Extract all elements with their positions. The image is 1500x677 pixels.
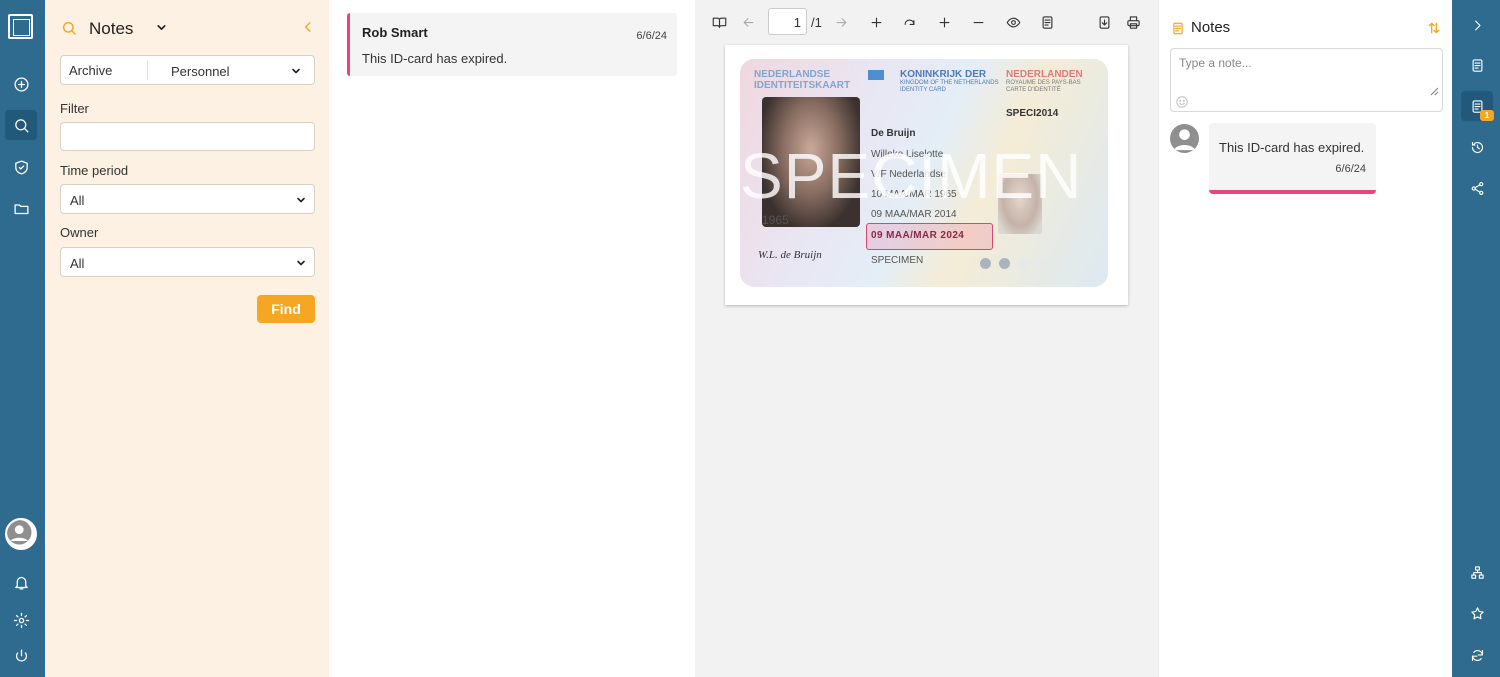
document-icon[interactable]: [1461, 50, 1493, 80]
card-specimen-field: SPECIMEN: [871, 255, 924, 266]
plus-circle-icon[interactable]: [5, 69, 37, 99]
logo-icon[interactable]: [8, 14, 33, 39]
next-page-icon[interactable]: [831, 12, 851, 32]
card-header-left: NEDERLANDSE IDENTITEITSKAART: [754, 69, 850, 91]
card-text: KINGDOM OF THE NETHERLANDS: [900, 80, 999, 86]
previous-page-icon[interactable]: [738, 12, 758, 32]
share-icon[interactable]: [1461, 173, 1493, 203]
note-input[interactable]: Type a note...: [1170, 48, 1443, 112]
search-icon: [61, 20, 77, 39]
viewer-toolbar: 1 /1: [695, 6, 1158, 36]
divider: [147, 60, 148, 80]
filter-input[interactable]: [60, 122, 315, 151]
eye-icon[interactable]: [1003, 12, 1023, 32]
star-icon[interactable]: [1461, 598, 1493, 628]
owner-label: Owner: [60, 225, 99, 240]
card-header-right-2: NEDERLANDEN ROYAUME DES PAYS-BAS CARTE D…: [1006, 69, 1083, 94]
result-date: 6/6/24: [636, 30, 667, 42]
history-icon[interactable]: [1461, 132, 1493, 162]
chevron-down-icon: [295, 257, 307, 272]
chevron-down-icon[interactable]: [155, 21, 168, 37]
card-text: KONINKRIJK DER: [900, 69, 987, 80]
search-panel-header: Notes: [59, 17, 315, 41]
book-icon[interactable]: [709, 12, 729, 32]
card-header-right: KONINKRIJK DER KINGDOM OF THE NETHERLAND…: [900, 69, 999, 94]
shield-icon[interactable]: [5, 152, 37, 182]
right-navigation-rail: 1: [1452, 0, 1500, 677]
card-watermark: SPECIMEN: [740, 140, 1083, 212]
owner-value: All: [70, 256, 85, 271]
notes-header: Notes: [1171, 19, 1441, 39]
card-signature: W.L. de Bruijn: [758, 249, 822, 261]
zoom-out-icon[interactable]: [968, 12, 988, 32]
download-icon[interactable]: [1094, 12, 1114, 32]
time-period-label: Time period: [60, 163, 129, 178]
power-icon[interactable]: [5, 641, 37, 671]
notes-title: Notes: [1191, 19, 1231, 36]
result-item[interactable]: Rob Smart 6/6/24 This ID-card has expire…: [347, 13, 677, 76]
note-text: This ID-card has expired.: [1219, 140, 1365, 155]
time-period-select[interactable]: All: [60, 184, 315, 214]
left-navigation-rail: [0, 0, 45, 677]
notes-badge: 1: [1480, 110, 1494, 121]
emoji-icon[interactable]: [1175, 95, 1189, 112]
rotate-icon[interactable]: [899, 12, 919, 32]
card-text: NEDERLANDSE: [754, 69, 831, 80]
resize-handle-icon[interactable]: [1429, 84, 1439, 99]
user-avatar-icon[interactable]: [5, 518, 37, 550]
card-text: IDENTITY CARD: [900, 87, 946, 93]
gear-icon[interactable]: [5, 605, 37, 635]
page-total: /1: [811, 15, 822, 30]
note-author-avatar: [1170, 124, 1199, 153]
chevron-down-icon: [295, 194, 307, 209]
flag-icon: [868, 70, 884, 80]
result-text: This ID-card has expired.: [362, 51, 508, 66]
notes-icon[interactable]: 1: [1461, 91, 1494, 121]
add-icon[interactable]: [866, 12, 886, 32]
chevron-right-icon[interactable]: [1461, 10, 1493, 40]
card-security-dots: [980, 257, 1090, 271]
print-icon[interactable]: [1123, 12, 1143, 32]
hierarchy-icon[interactable]: [1461, 557, 1493, 587]
annotation-icon[interactable]: [1037, 12, 1057, 32]
chevron-down-icon: [290, 65, 302, 80]
card-small-number: 1965: [762, 213, 789, 227]
document-page[interactable]: NEDERLANDSE IDENTITEITSKAART KONINKRIJK …: [725, 45, 1128, 305]
sort-icon[interactable]: [1427, 20, 1441, 39]
page-number-input[interactable]: 1: [768, 8, 807, 35]
collapse-panel-icon[interactable]: [301, 19, 315, 38]
card-expiry-date: 09 MAA/MAR 2024: [871, 230, 965, 241]
note-item[interactable]: This ID-card has expired. 6/6/24: [1209, 123, 1376, 194]
note-input-placeholder: Type a note...: [1179, 56, 1252, 70]
result-owner: Rob Smart: [362, 25, 428, 40]
card-text: ROYAUME DES PAYS-BAS: [1006, 80, 1081, 86]
notes-panel: Notes Type a note... This ID-card has ex…: [1158, 0, 1452, 677]
find-button[interactable]: Find: [257, 295, 315, 323]
notes-icon: [1171, 21, 1185, 39]
bell-icon[interactable]: [5, 567, 37, 597]
card-text: NEDERLANDEN: [1006, 69, 1083, 80]
time-period-value: All: [70, 193, 85, 208]
refresh-icon[interactable]: [1461, 640, 1493, 670]
zoom-in-icon[interactable]: [934, 12, 954, 32]
card-document-number: SPECI2014: [1006, 108, 1059, 119]
card-surname: De Bruijn: [871, 128, 916, 139]
archive-value: Personnel: [171, 64, 230, 79]
id-card-image: NEDERLANDSE IDENTITEITSKAART KONINKRIJK …: [740, 59, 1108, 287]
results-list: Rob Smart 6/6/24 This ID-card has expire…: [329, 0, 695, 677]
note-date: 6/6/24: [1335, 163, 1366, 175]
search-icon[interactable]: [5, 110, 37, 140]
document-viewer: 1 /1 NEDERLANDSE IDENTITEITSKAART KONINK…: [695, 0, 1158, 677]
archive-select[interactable]: Archive Personnel: [60, 55, 315, 85]
card-text: IDENTITEITSKAART: [754, 80, 851, 91]
archive-label: Archive: [69, 63, 113, 78]
search-panel: Notes Archive Personnel Filter Time peri…: [45, 0, 329, 677]
folder-icon[interactable]: [5, 193, 37, 223]
filter-label: Filter: [60, 101, 89, 116]
search-panel-title[interactable]: Notes: [89, 19, 133, 39]
owner-select[interactable]: All: [60, 247, 315, 277]
card-text: CARTE D'IDENTITÉ: [1006, 87, 1061, 93]
